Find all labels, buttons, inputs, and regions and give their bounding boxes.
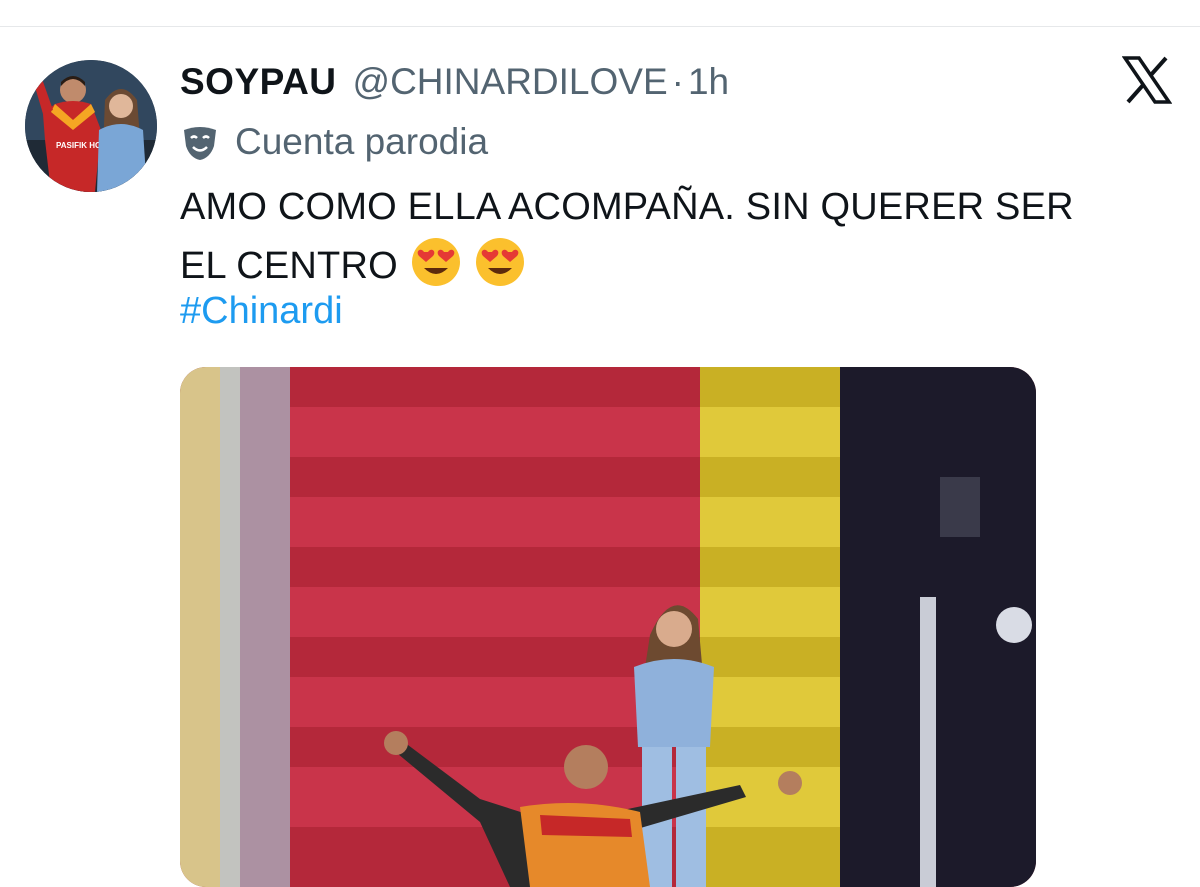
top-divider [0, 26, 1200, 27]
timestamp[interactable]: 1h [688, 61, 729, 103]
heart-eyes-emoji-icon [410, 236, 462, 288]
theater-mask-icon [180, 122, 220, 162]
display-name[interactable]: SOYPAU [180, 61, 337, 103]
parody-label-row: Cuenta parodia [180, 118, 488, 166]
x-logo-icon[interactable] [1121, 56, 1173, 104]
tweet-media-video[interactable] [180, 367, 1036, 887]
parody-label: Cuenta parodia [235, 121, 489, 162]
avatar[interactable]: PASIFIK HOLDING [25, 60, 157, 192]
user-handle[interactable]: @CHINARDILOVE [353, 61, 668, 103]
tweet-text-line-2-text: EL CENTRO [180, 245, 398, 287]
heart-eyes-emoji-icon [474, 236, 526, 288]
separator-dot: · [671, 61, 684, 102]
hashtag-link[interactable]: #Chinardi [180, 290, 343, 333]
tweet-text-line-2: EL CENTRO [180, 236, 1180, 294]
tweet-text: AMO COMO ELLA ACOMPAÑA. SIN QUERER SER E… [180, 178, 1180, 294]
tweet-text-line-1: AMO COMO ELLA ACOMPAÑA. SIN QUERER SER [180, 186, 1074, 228]
tweet-header: SOYPAU @CHINARDILOVE · 1h [180, 58, 729, 106]
